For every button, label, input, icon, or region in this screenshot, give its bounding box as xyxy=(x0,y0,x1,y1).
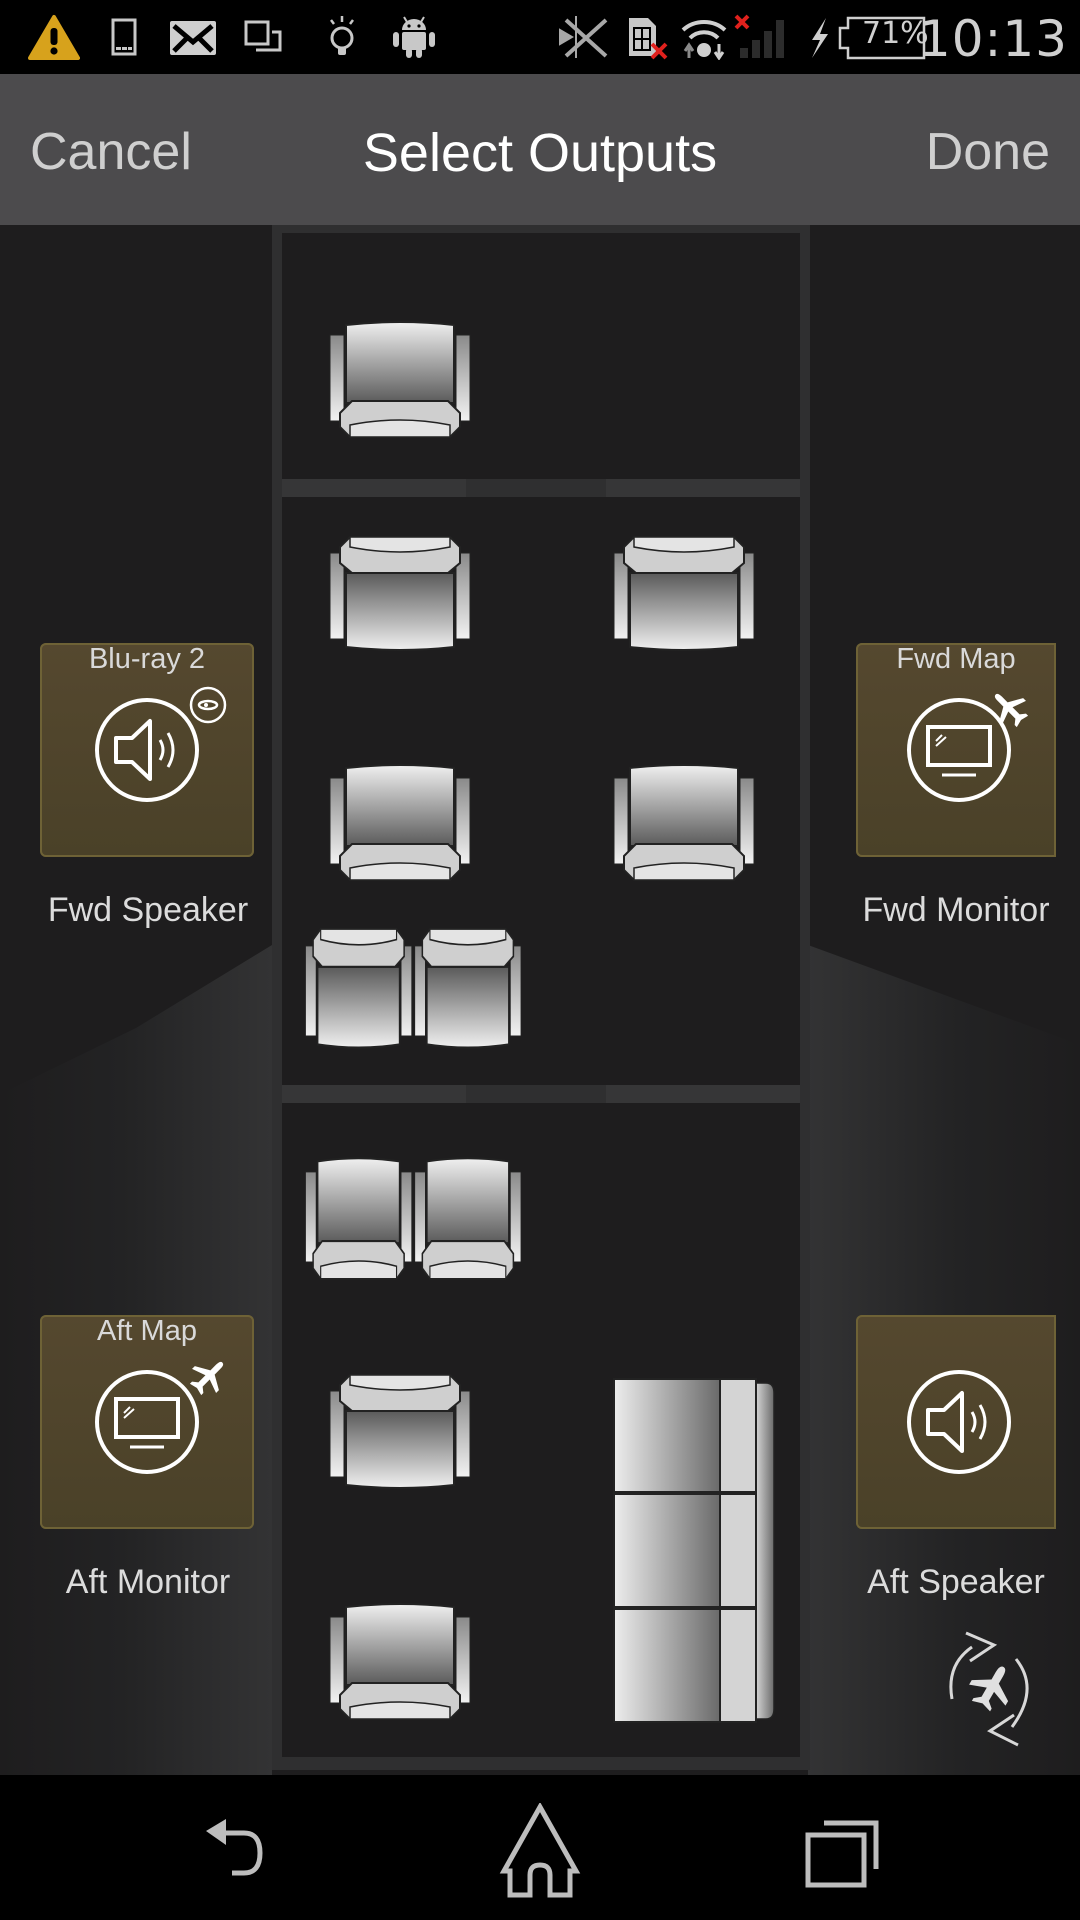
cancel-button[interactable]: Cancel xyxy=(30,122,192,182)
clock: 10:13 xyxy=(918,10,1068,68)
output-source-label: Blu-ray 2 xyxy=(88,643,206,675)
bulkhead-divider xyxy=(606,479,800,497)
airplane-icon xyxy=(189,1361,224,1396)
seat-club-single-4[interactable] xyxy=(328,760,472,884)
home-icon[interactable] xyxy=(490,1803,590,1899)
seat-club-single-5[interactable] xyxy=(612,760,756,884)
output-label-aft-monitor: Aft Monitor xyxy=(65,1563,231,1601)
screen-mirror-icon xyxy=(244,20,282,52)
cabin-view: Blu-ray 2 Fwd Speaker Fwd Map Fwd Monito… xyxy=(0,225,1080,1775)
airplane-icon xyxy=(994,693,1029,728)
status-bar: 71% 10:13 xyxy=(0,0,1080,74)
output-tile-fwd-monitor[interactable]: Fwd Map xyxy=(856,643,1056,857)
sim-missing-icon xyxy=(629,18,668,60)
output-label-fwd-speaker: Fwd Speaker xyxy=(47,891,249,929)
email-icon xyxy=(170,21,216,55)
sync-airplane-icon[interactable] xyxy=(942,1627,1042,1751)
navigation-bar xyxy=(0,1775,1080,1920)
output-tile-aft-monitor[interactable]: Aft Map xyxy=(40,1315,254,1529)
bulkhead-divider xyxy=(282,479,466,497)
charging-icon xyxy=(812,18,828,58)
output-label-aft-speaker: Aft Speaker xyxy=(867,1563,1045,1601)
output-label-fwd-monitor: Fwd Monitor xyxy=(862,891,1050,929)
seat-club-double-6[interactable] xyxy=(304,927,524,1057)
wifi-icon xyxy=(681,20,727,60)
speaker-icon xyxy=(95,698,199,802)
seat-forward-single-1[interactable] xyxy=(328,317,472,441)
page-title: Select Outputs xyxy=(362,123,718,183)
bulkhead-divider xyxy=(282,1085,466,1103)
bluetooth-off-icon xyxy=(559,16,608,58)
seat-aft-single-9[interactable] xyxy=(328,1599,472,1723)
output-source-label: Aft Map xyxy=(97,1315,197,1347)
recent-apps-icon[interactable] xyxy=(790,1813,890,1893)
lightbulb-icon xyxy=(330,16,354,55)
phone-icon xyxy=(111,18,137,56)
monitor-icon xyxy=(95,1370,199,1474)
seat-club-double-7[interactable] xyxy=(304,1153,524,1283)
speaker-icon xyxy=(907,1370,1011,1474)
seat-club-single-3[interactable] xyxy=(612,535,756,659)
bluray-icon xyxy=(189,686,227,724)
output-tile-aft-speaker[interactable] xyxy=(856,1315,1056,1529)
action-bar: Cancel Select Outputs Done xyxy=(0,74,1080,225)
signal-no-service-icon xyxy=(734,14,784,58)
seat-aft-single-8[interactable] xyxy=(328,1373,472,1497)
output-tile-fwd-speaker[interactable]: Blu-ray 2 xyxy=(40,643,254,857)
back-icon[interactable] xyxy=(190,1813,290,1893)
seat-club-single-2[interactable] xyxy=(328,535,472,659)
android-icon xyxy=(393,16,435,58)
done-button[interactable]: Done xyxy=(926,122,1050,182)
seat-aft-divan-10[interactable] xyxy=(612,1377,776,1725)
bulkhead-divider xyxy=(606,1085,800,1103)
warning-icon xyxy=(28,15,80,60)
output-source-label: Fwd Map xyxy=(896,643,1016,675)
